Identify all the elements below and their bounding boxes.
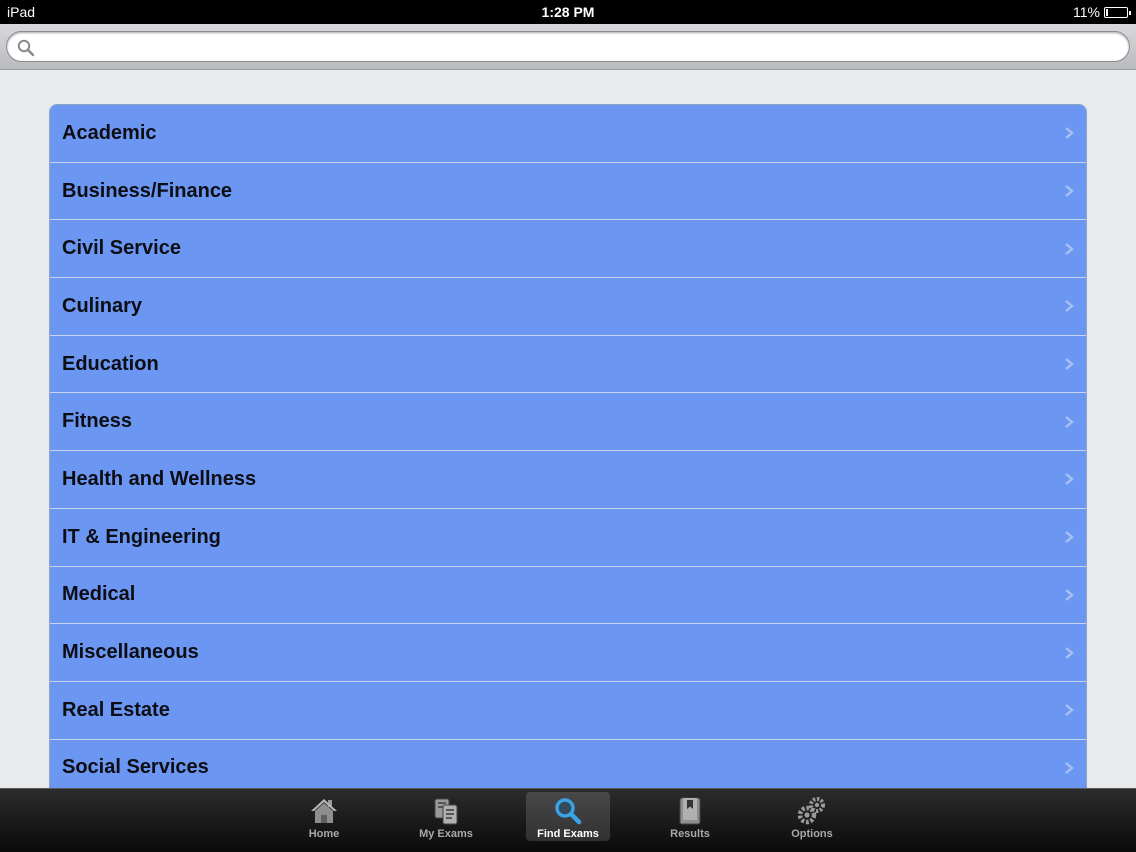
category-label: Academic: [62, 121, 157, 144]
search-field[interactable]: [6, 31, 1130, 62]
category-label: Education: [62, 352, 159, 375]
search-input[interactable]: [43, 36, 1113, 58]
tab-my-exams[interactable]: My Exams: [404, 792, 488, 841]
chevron-right-icon: [1065, 358, 1074, 371]
clock: 1:28 PM: [541, 4, 595, 20]
home-icon: [311, 799, 337, 823]
category-item-social-services[interactable]: Social Services: [50, 739, 1086, 788]
category-label: Miscellaneous: [62, 641, 199, 664]
tab-options[interactable]: Options: [770, 792, 854, 841]
category-label: Real Estate: [62, 698, 170, 721]
category-label: IT & Engineering: [62, 525, 221, 548]
chevron-right-icon: [1065, 588, 1074, 601]
gears-icon: [797, 797, 825, 825]
chevron-right-icon: [1065, 646, 1074, 659]
chevron-right-icon: [1065, 761, 1074, 774]
book-icon: [679, 797, 701, 825]
category-list: Academic Business/Finance Civil Service …: [49, 104, 1087, 788]
status-bar: iPad 1:28 PM 11%: [0, 0, 1136, 24]
chevron-right-icon: [1065, 242, 1074, 255]
chevron-right-icon: [1065, 473, 1074, 486]
chevron-right-icon: [1065, 531, 1074, 544]
category-label: Fitness: [62, 410, 133, 433]
tab-label: Options: [791, 828, 833, 840]
tab-label: Find Exams: [537, 828, 599, 840]
tab-home[interactable]: Home: [282, 792, 366, 841]
category-item-medical[interactable]: Medical: [50, 566, 1086, 625]
category-label: Civil Service: [62, 237, 181, 260]
category-item-fitness[interactable]: Fitness: [50, 393, 1086, 452]
tab-bar: Home My Exams Find Exams Results Options: [0, 788, 1136, 852]
tab-find-exams[interactable]: Find Exams: [526, 792, 610, 841]
category-item-miscellaneous[interactable]: Miscellaneous: [50, 624, 1086, 682]
category-label: Social Services: [62, 756, 209, 779]
chevron-right-icon: [1065, 185, 1074, 197]
category-item-real-estate[interactable]: Real Estate: [50, 681, 1086, 740]
documents-icon: [434, 798, 458, 825]
chevron-right-icon: [1065, 300, 1074, 313]
category-item-civil-service[interactable]: Civil Service: [50, 220, 1086, 279]
battery-icon: [1104, 6, 1131, 18]
tab-label: Home: [308, 828, 340, 840]
category-item-business-finance[interactable]: Business/Finance: [50, 162, 1086, 221]
category-label: Culinary: [62, 294, 143, 317]
category-item-it-engineering[interactable]: IT & Engineering: [50, 508, 1086, 567]
category-item-education[interactable]: Education: [50, 335, 1086, 394]
chevron-right-icon: [1065, 415, 1074, 428]
category-item-culinary[interactable]: Culinary: [50, 278, 1086, 336]
category-item-health-and-wellness[interactable]: Health and Wellness: [50, 451, 1086, 509]
chevron-right-icon: [1065, 704, 1074, 717]
category-label: Business/Finance: [62, 179, 233, 202]
category-item-academic[interactable]: Academic: [50, 105, 1086, 163]
chevron-right-icon: [1065, 127, 1074, 140]
tab-label: My Exams: [419, 828, 473, 840]
battery-indicator: 11%: [1073, 4, 1131, 20]
search-bar: [0, 24, 1136, 70]
battery-percent: 11%: [1073, 4, 1100, 20]
tab-label: Results: [670, 828, 710, 840]
category-label: Medical: [62, 583, 136, 606]
magnifier-icon: [555, 798, 582, 825]
tab-results[interactable]: Results: [648, 792, 732, 841]
search-icon: [17, 39, 35, 57]
category-label: Health and Wellness: [62, 467, 257, 490]
